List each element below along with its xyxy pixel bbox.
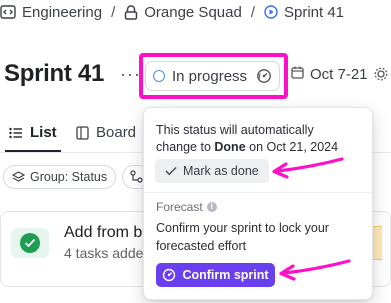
breadcrumb-label: Engineering [22,3,103,21]
tab-board[interactable]: Board [76,124,136,141]
popover-divider [144,192,372,193]
card-title: Add from ba [64,224,152,241]
mark-as-done-label: Mark as done [183,164,259,178]
tab-list[interactable]: List [9,124,57,141]
confirm-sprint-label: Confirm sprint [182,268,269,282]
forecast-message: Confirm your sprint to lock your forecas… [156,219,329,255]
annotation-arrow-icon [272,157,344,179]
group-by-chip[interactable]: Group: Status [3,165,116,189]
card-subtitle: 4 tasks adde [64,245,144,261]
breadcrumb-item-engineering[interactable]: Engineering [0,4,102,21]
status-highlight-box [139,53,288,99]
breadcrumb-separator: / [111,3,116,21]
more-options-button[interactable]: ··· [120,64,141,85]
tab-label: List [30,124,57,141]
auto-status-target: Done [214,140,246,154]
group-by-label: Group: Status [30,170,108,184]
breadcrumb-label: Sprint 41 [283,3,345,21]
sprint-icon [264,5,278,19]
code-folder-icon [0,5,16,19]
card-status-badge [11,228,49,258]
settings-icon[interactable] [374,67,388,86]
auto-status-pre: change to [156,140,215,154]
forecast-line1: Confirm your sprint to lock your [156,221,329,235]
sprint-dates[interactable]: Oct 7-21 [291,66,368,83]
breadcrumb-item-sprint[interactable]: Sprint 41 [264,4,344,21]
board-icon [76,125,89,140]
forecast-gauge-icon [162,268,176,282]
mark-as-done-button[interactable]: Mark as done [155,159,269,183]
page-title: Sprint 41 [4,60,104,87]
breadcrumb-label: Orange Squad [144,3,242,21]
info-icon[interactable]: i [206,202,217,212]
calendar-icon [291,66,304,83]
auto-status-line1: This status will automatically [156,123,314,137]
check-circle-icon [20,233,40,253]
breadcrumb: Engineering / Orange Squad / Sprint 41 [0,0,344,24]
list-icon [9,127,23,139]
forecast-label: Forecast [156,200,203,214]
confirm-sprint-button[interactable]: Confirm sprint [156,263,275,287]
breadcrumb-item-orange-squad[interactable]: Orange Squad [124,4,242,21]
lock-folder-icon [124,4,138,20]
forecast-heading: Forecast i [156,200,217,214]
layers-icon [12,171,25,183]
checkmark-icon [165,166,177,176]
tab-label: Board [96,124,137,141]
subtasks-icon [130,170,144,184]
sprint-dates-label: Oct 7-21 [310,66,368,83]
breadcrumb-separator: / [250,3,255,21]
annotation-arrow-icon [279,259,351,281]
